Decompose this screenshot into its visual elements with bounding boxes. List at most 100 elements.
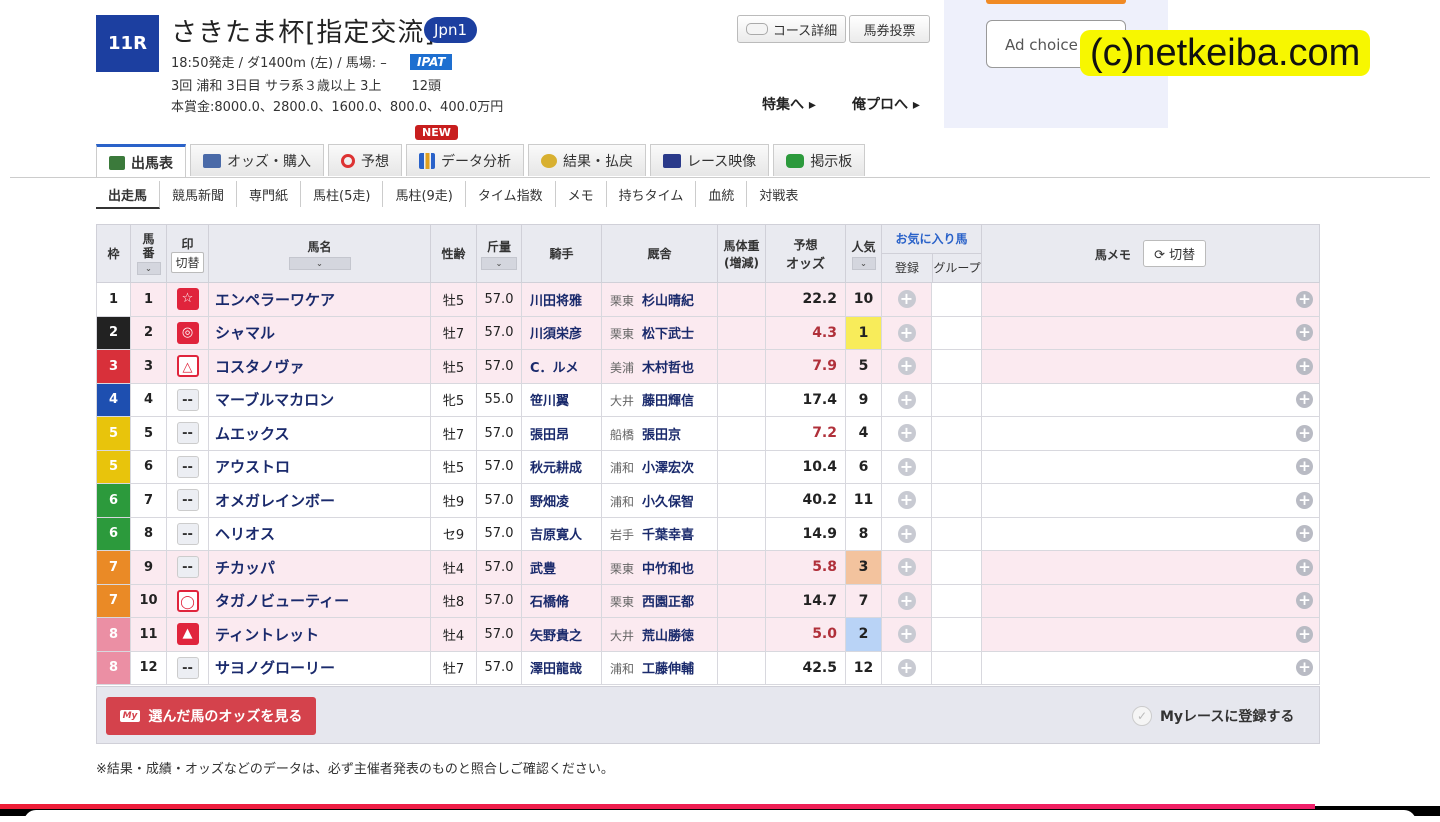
tab-data[interactable]: NEW データ分析 bbox=[406, 125, 524, 176]
trainer-name[interactable]: 杉山晴紀 bbox=[642, 294, 694, 309]
add-favorite-icon[interactable]: + bbox=[897, 524, 916, 543]
subtab-memo[interactable]: メモ bbox=[556, 181, 607, 207]
horse-name[interactable]: エンペラーワケア bbox=[208, 282, 431, 317]
mark-cell[interactable]: △ bbox=[166, 349, 209, 384]
horse-name[interactable]: タガノビューティー bbox=[208, 583, 431, 618]
add-favorite-icon[interactable]: + bbox=[897, 658, 916, 677]
pro-link[interactable]: 俺プロへ ▸ bbox=[852, 94, 920, 114]
mark-badge[interactable]: -- bbox=[176, 489, 199, 512]
fav-register-cell[interactable]: + bbox=[881, 449, 932, 484]
fav-register-cell[interactable]: + bbox=[881, 550, 932, 585]
tab-result[interactable]: 結果・払戻 bbox=[528, 144, 646, 176]
fav-register-cell[interactable]: + bbox=[881, 282, 932, 317]
fav-register-cell[interactable]: + bbox=[881, 483, 932, 518]
tab-board[interactable]: 掲示板 bbox=[773, 144, 866, 176]
add-memo-icon[interactable]: + bbox=[1296, 625, 1313, 643]
mark-badge[interactable]: ◎ bbox=[176, 321, 199, 344]
add-favorite-icon[interactable]: + bbox=[897, 290, 916, 309]
trainer-name[interactable]: 松下武士 bbox=[642, 327, 694, 342]
horse-name[interactable]: ムエックス bbox=[208, 416, 431, 451]
jockey-name[interactable]: 吉原寛人 bbox=[521, 516, 602, 551]
fav-register-cell[interactable]: + bbox=[881, 516, 932, 551]
add-memo-icon[interactable]: + bbox=[1296, 424, 1313, 442]
sort-toggle-icon[interactable]: ⌄ bbox=[851, 256, 876, 270]
subtab-past5[interactable]: 馬柱(5走) bbox=[301, 181, 384, 207]
add-memo-icon[interactable]: + bbox=[1296, 525, 1313, 543]
horse-name[interactable]: ティントレット bbox=[208, 617, 431, 652]
mark-cell[interactable]: -- bbox=[166, 382, 209, 417]
mark-toggle-button[interactable]: 切替 bbox=[171, 251, 204, 273]
add-favorite-icon[interactable]: + bbox=[897, 357, 916, 376]
subtab-past9[interactable]: 馬柱(9走) bbox=[383, 181, 466, 207]
add-memo-icon[interactable]: + bbox=[1296, 558, 1313, 576]
mark-badge[interactable]: -- bbox=[176, 455, 199, 478]
jockey-name[interactable]: 川田将雅 bbox=[521, 282, 602, 317]
jockey-name[interactable]: 矢野貴之 bbox=[521, 617, 602, 652]
header-name[interactable]: 馬名 ⌄ bbox=[208, 224, 431, 283]
trainer-name[interactable]: 工藤伸輔 bbox=[642, 662, 694, 677]
subtab-time-index[interactable]: タイム指数 bbox=[466, 181, 556, 207]
trainer-name[interactable]: 藤田輝信 bbox=[642, 394, 694, 409]
trainer-name[interactable]: 小久保智 bbox=[642, 495, 694, 510]
subtab-versus[interactable]: 対戦表 bbox=[747, 181, 810, 207]
sort-toggle-icon[interactable]: ⌄ bbox=[136, 262, 161, 275]
subtab-special[interactable]: 専門紙 bbox=[237, 181, 302, 207]
add-memo-icon[interactable]: + bbox=[1296, 324, 1313, 342]
mark-cell[interactable]: -- bbox=[166, 449, 209, 484]
add-favorite-icon[interactable]: + bbox=[897, 625, 916, 644]
add-memo-icon[interactable]: + bbox=[1296, 290, 1313, 308]
tab-video[interactable]: レース映像 bbox=[650, 144, 770, 176]
sort-toggle-icon[interactable]: ⌄ bbox=[481, 256, 517, 270]
subtab-entries[interactable]: 出走馬 bbox=[96, 181, 161, 209]
horse-name[interactable]: チカッパ bbox=[208, 550, 431, 585]
add-memo-icon[interactable]: + bbox=[1296, 391, 1313, 409]
trainer-name[interactable]: 千葉幸喜 bbox=[642, 528, 694, 543]
mark-badge[interactable]: △ bbox=[176, 355, 199, 378]
header-weight[interactable]: 斤量 ⌄ bbox=[476, 224, 522, 283]
jockey-name[interactable]: 川須栄彦 bbox=[521, 315, 602, 350]
fav-register-cell[interactable]: + bbox=[881, 617, 932, 652]
horse-name[interactable]: マーブルマカロン bbox=[208, 382, 431, 417]
trainer-name[interactable]: 荒山勝徳 bbox=[642, 629, 694, 644]
trainer-name[interactable]: 西園正都 bbox=[642, 595, 694, 610]
tab-shutuba[interactable]: 出馬表 bbox=[96, 144, 186, 178]
mark-cell[interactable]: ☆ bbox=[166, 282, 209, 317]
fav-register-cell[interactable]: + bbox=[881, 583, 932, 618]
header-pop[interactable]: 人気 ⌄ bbox=[845, 224, 882, 283]
mark-cell[interactable]: ◎ bbox=[166, 315, 209, 350]
mark-badge[interactable]: -- bbox=[176, 656, 199, 679]
add-memo-icon[interactable]: + bbox=[1296, 491, 1313, 509]
subtab-pedigree[interactable]: 血統 bbox=[696, 181, 748, 207]
jockey-name[interactable]: 石橋脩 bbox=[521, 583, 602, 618]
fav-register-cell[interactable]: + bbox=[881, 349, 932, 384]
subtab-newspaper[interactable]: 競馬新聞 bbox=[160, 181, 238, 207]
horse-name[interactable]: シャマル bbox=[208, 315, 431, 350]
horse-name[interactable]: アウストロ bbox=[208, 449, 431, 484]
add-favorite-icon[interactable]: + bbox=[897, 558, 916, 577]
sort-toggle-icon[interactable]: ⌄ bbox=[288, 256, 351, 270]
add-favorite-icon[interactable]: + bbox=[897, 591, 916, 610]
add-memo-icon[interactable]: + bbox=[1296, 659, 1313, 677]
fav-register-cell[interactable]: + bbox=[881, 416, 932, 451]
ticket-vote-button[interactable]: 馬券投票 bbox=[849, 15, 930, 43]
mark-cell[interactable]: -- bbox=[166, 650, 209, 685]
jockey-name[interactable]: 張田昂 bbox=[521, 416, 602, 451]
memo-toggle-button[interactable]: ⟳ 切替 bbox=[1143, 240, 1207, 267]
jockey-name[interactable]: 野畑凌 bbox=[521, 483, 602, 518]
trainer-name[interactable]: 張田京 bbox=[642, 428, 681, 443]
fav-register-cell[interactable]: + bbox=[881, 650, 932, 685]
mark-badge[interactable]: -- bbox=[176, 522, 199, 545]
add-favorite-icon[interactable]: + bbox=[897, 323, 916, 342]
add-memo-icon[interactable]: + bbox=[1296, 357, 1313, 375]
header-umaban[interactable]: 馬番 ⌄ bbox=[130, 224, 167, 283]
tab-yosou[interactable]: 予想 bbox=[328, 144, 402, 176]
mark-cell[interactable]: -- bbox=[166, 516, 209, 551]
trainer-name[interactable]: 中竹和也 bbox=[642, 562, 694, 577]
mark-badge[interactable]: ◯ bbox=[176, 589, 199, 612]
fav-register-cell[interactable]: + bbox=[881, 315, 932, 350]
horse-name[interactable]: サヨノグローリー bbox=[208, 650, 431, 685]
mark-cell[interactable]: ▲ bbox=[166, 617, 209, 652]
mark-badge[interactable]: ☆ bbox=[176, 288, 199, 311]
mark-badge[interactable]: -- bbox=[176, 422, 199, 445]
mark-cell[interactable]: -- bbox=[166, 550, 209, 585]
